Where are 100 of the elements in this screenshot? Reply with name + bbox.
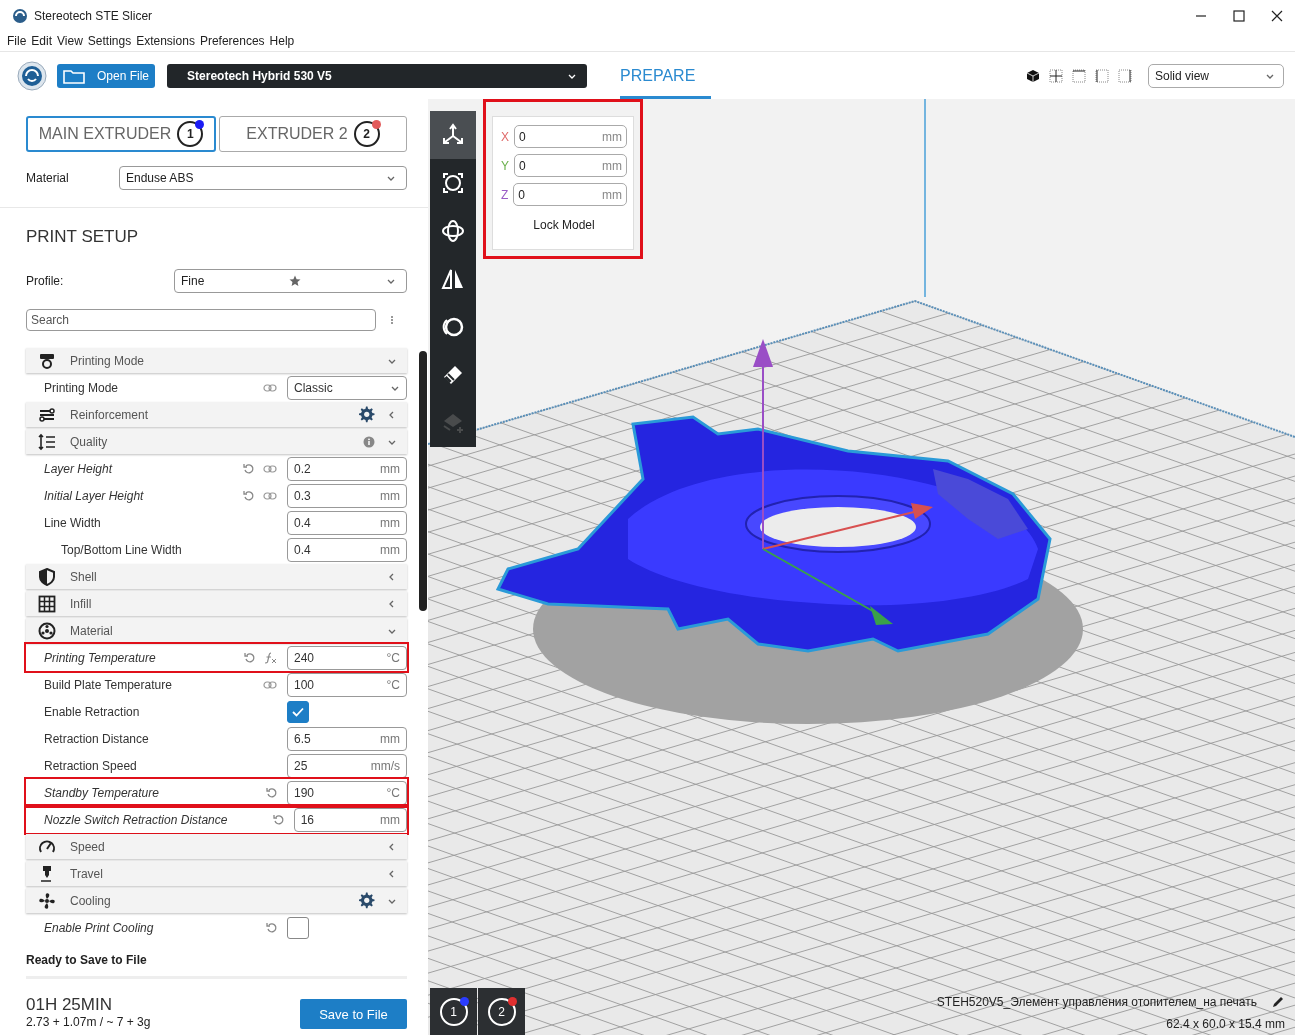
setting-label: Enable Print Cooling xyxy=(44,920,155,935)
setting-input-field[interactable]: 0.3 mm xyxy=(287,483,407,508)
more-options-icon[interactable] xyxy=(390,315,394,325)
checkmark-icon xyxy=(292,706,304,717)
category-header[interactable]: Speed xyxy=(26,834,407,859)
menu-item[interactable]: View xyxy=(57,34,83,48)
setting-label: Standby Temperature xyxy=(44,785,160,800)
category-label: Shell xyxy=(70,569,98,584)
3d-model[interactable] xyxy=(495,415,1052,653)
menu-item[interactable]: File xyxy=(7,34,27,48)
scrollbar[interactable] xyxy=(419,351,427,611)
app-logo-icon xyxy=(17,60,47,91)
category-label: Material xyxy=(70,623,114,638)
setting-label: Initial Layer Height xyxy=(44,488,145,503)
axis-label: Z xyxy=(501,187,509,202)
camera-view-icon[interactable] xyxy=(1072,68,1086,83)
setting-input-field[interactable]: 240 °C xyxy=(287,645,407,670)
category-header[interactable]: Material xyxy=(26,618,407,643)
layers-icon xyxy=(441,411,465,435)
reset-icon[interactable] xyxy=(266,787,277,798)
search-field[interactable]: Search xyxy=(26,309,376,331)
spool-icon xyxy=(38,621,56,640)
view-mode-dropdown[interactable]: Solid view xyxy=(1148,63,1284,88)
settings-icon[interactable] xyxy=(358,406,375,423)
setting-input-field[interactable]: 0.4 mm xyxy=(287,537,407,562)
coordinate-field[interactable]: 0 mm xyxy=(513,183,627,206)
lock-model-toggle[interactable]: Lock Model xyxy=(501,218,627,232)
setting-input-field[interactable]: 0.4 mm xyxy=(287,510,407,535)
move-gizmo-drawing[interactable] xyxy=(753,339,933,625)
category-header[interactable]: Quality xyxy=(26,429,407,454)
category-header[interactable]: Cooling xyxy=(26,888,407,913)
material-dropdown[interactable]: Enduse ABS xyxy=(119,166,407,190)
checkbox[interactable] xyxy=(287,700,309,723)
menu-item[interactable]: Edit xyxy=(31,34,53,48)
setting-input-field[interactable]: 16 mm xyxy=(293,807,407,832)
printer-icon xyxy=(38,351,56,370)
list-icon xyxy=(38,432,56,451)
extruder-button[interactable]: 2 xyxy=(478,988,525,1035)
rings-icon xyxy=(441,315,465,339)
category-header[interactable]: Reinforcement xyxy=(26,402,407,427)
extruder-number-badge: 2 xyxy=(353,121,380,147)
window-title: Stereotech STE Slicer xyxy=(34,9,154,23)
settings-icon[interactable] xyxy=(358,892,375,909)
profile-dropdown[interactable]: Fine xyxy=(174,269,407,293)
setting-label: Printing Temperature xyxy=(44,650,157,665)
extruder-tab[interactable]: MAIN EXTRUDER 1 xyxy=(26,116,216,152)
category-header[interactable]: Travel xyxy=(26,861,407,886)
extruder-tab[interactable]: EXTRUDER 2 2 xyxy=(219,116,407,152)
reset-icon[interactable] xyxy=(243,490,254,501)
reset-icon[interactable] xyxy=(266,922,277,933)
coordinate-field[interactable]: 0 mm xyxy=(514,125,627,148)
app-logo-icon xyxy=(12,8,28,24)
setting-dropdown[interactable]: Classic xyxy=(287,375,407,400)
category-header[interactable]: Infill xyxy=(26,591,407,616)
cube-icon[interactable] xyxy=(1026,68,1040,83)
sliders-icon xyxy=(38,405,56,424)
folder-icon xyxy=(63,67,85,84)
category-label: Infill xyxy=(70,596,93,611)
menu-item[interactable]: Settings xyxy=(87,34,132,48)
category-header[interactable]: Shell xyxy=(26,564,407,589)
reset-icon[interactable] xyxy=(272,814,284,825)
material-usage: 2.73 + 1.07m / ~ 7 + 3g xyxy=(26,1015,151,1029)
save-to-file-button[interactable]: Save to File xyxy=(300,999,407,1029)
menu-item[interactable]: Extensions xyxy=(136,34,195,48)
setting-input-field[interactable]: 6.5 mm xyxy=(287,726,407,751)
menu-item[interactable]: Preferences xyxy=(199,34,265,48)
printer-dropdown[interactable]: Stereotech Hybrid 530 V5 xyxy=(167,63,588,88)
setting-label: Printing Mode xyxy=(44,380,120,395)
camera-view-icon[interactable] xyxy=(1118,68,1132,83)
category-header[interactable]: Printing Mode xyxy=(26,348,407,373)
status-text: Ready to Save to File xyxy=(26,953,407,979)
edit-icon[interactable] xyxy=(1271,995,1285,1009)
close-icon[interactable] xyxy=(1271,10,1283,22)
tool-button[interactable] xyxy=(430,111,476,159)
reset-icon[interactable] xyxy=(244,652,255,663)
category-label: Travel xyxy=(70,866,104,881)
reset-icon[interactable] xyxy=(243,463,254,474)
menu-item[interactable]: Help xyxy=(269,34,295,48)
open-file-button[interactable]: Open File xyxy=(57,63,156,88)
section-title: PRINT SETUP xyxy=(26,227,140,247)
camera-view-icon[interactable] xyxy=(1049,68,1063,83)
extruder-button[interactable]: 1 xyxy=(430,988,477,1035)
setting-input-field[interactable]: 0.2 mm xyxy=(287,456,407,481)
scale-icon xyxy=(441,171,465,195)
maximize-icon[interactable] xyxy=(1233,10,1245,22)
mirror-icon xyxy=(441,267,465,291)
camera-view-icon[interactable] xyxy=(1095,68,1109,83)
object-dimensions: 62.4 x 60.0 x 15.4 mm xyxy=(1166,1017,1285,1031)
category-label: Cooling xyxy=(70,893,112,908)
shield-icon xyxy=(38,567,56,586)
setting-label: Top/Bottom Line Width xyxy=(61,542,183,557)
setting-label: Enable Retraction xyxy=(44,704,141,719)
setting-input-field[interactable]: 100 °C xyxy=(287,672,407,697)
setting-label: Build Plate Temperature xyxy=(44,677,173,692)
setting-label: Retraction Speed xyxy=(44,758,138,773)
checkbox[interactable] xyxy=(287,916,309,939)
star-icon xyxy=(289,275,302,287)
coordinate-field[interactable]: 0 mm xyxy=(514,154,627,177)
object-name: STEH520V5_Элемент управления отопителем_на печать xyxy=(936,995,1257,1009)
setting-label: Retraction Distance xyxy=(44,731,150,746)
